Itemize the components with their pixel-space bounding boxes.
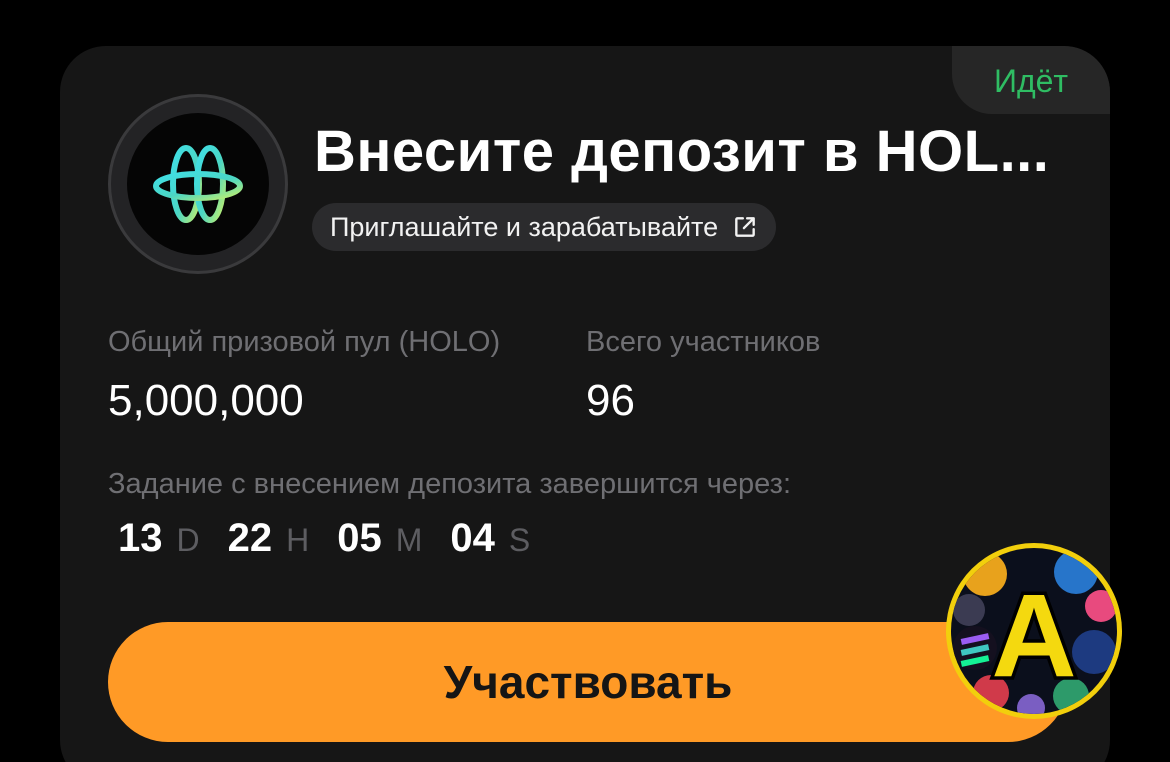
countdown-hours: 22 bbox=[227, 516, 273, 560]
watermark-logo: A bbox=[946, 543, 1122, 719]
countdown-minutes-unit: M bbox=[395, 522, 423, 558]
prize-pool-label: Общий призовой пул (HOLO) bbox=[108, 326, 501, 358]
countdown-days: 13 bbox=[118, 516, 163, 560]
token-logo bbox=[108, 94, 288, 274]
countdown-seconds: 04 bbox=[450, 516, 495, 560]
countdown-hours-unit: H bbox=[286, 522, 310, 558]
participants-value: 96 bbox=[586, 376, 635, 425]
watermark-letter: A bbox=[991, 570, 1076, 702]
campaign-title: Внесите депозит в HOL... bbox=[314, 119, 1050, 184]
crypto-coins-badge-icon: A bbox=[951, 548, 1117, 714]
participate-button[interactable]: Участвовать bbox=[108, 622, 1068, 742]
countdown-seconds-unit: S bbox=[508, 522, 531, 558]
participants-label: Всего участников bbox=[586, 326, 821, 358]
holo-logo-icon bbox=[153, 145, 243, 223]
prize-pool-value: 5,000,000 bbox=[108, 376, 304, 425]
external-link-icon bbox=[735, 217, 755, 237]
invite-label: Приглашайте и зарабатывайте bbox=[330, 211, 719, 242]
countdown-timer: 13 D 22 H 05 M 04 S bbox=[118, 516, 558, 561]
invite-link[interactable]: Приглашайте и зарабатывайте bbox=[312, 203, 777, 251]
countdown-minutes: 05 bbox=[337, 516, 382, 560]
status-badge: Идёт bbox=[952, 46, 1110, 114]
countdown-label: Задание с внесением депозита завершится … bbox=[108, 468, 792, 500]
countdown-days-unit: D bbox=[176, 522, 200, 558]
